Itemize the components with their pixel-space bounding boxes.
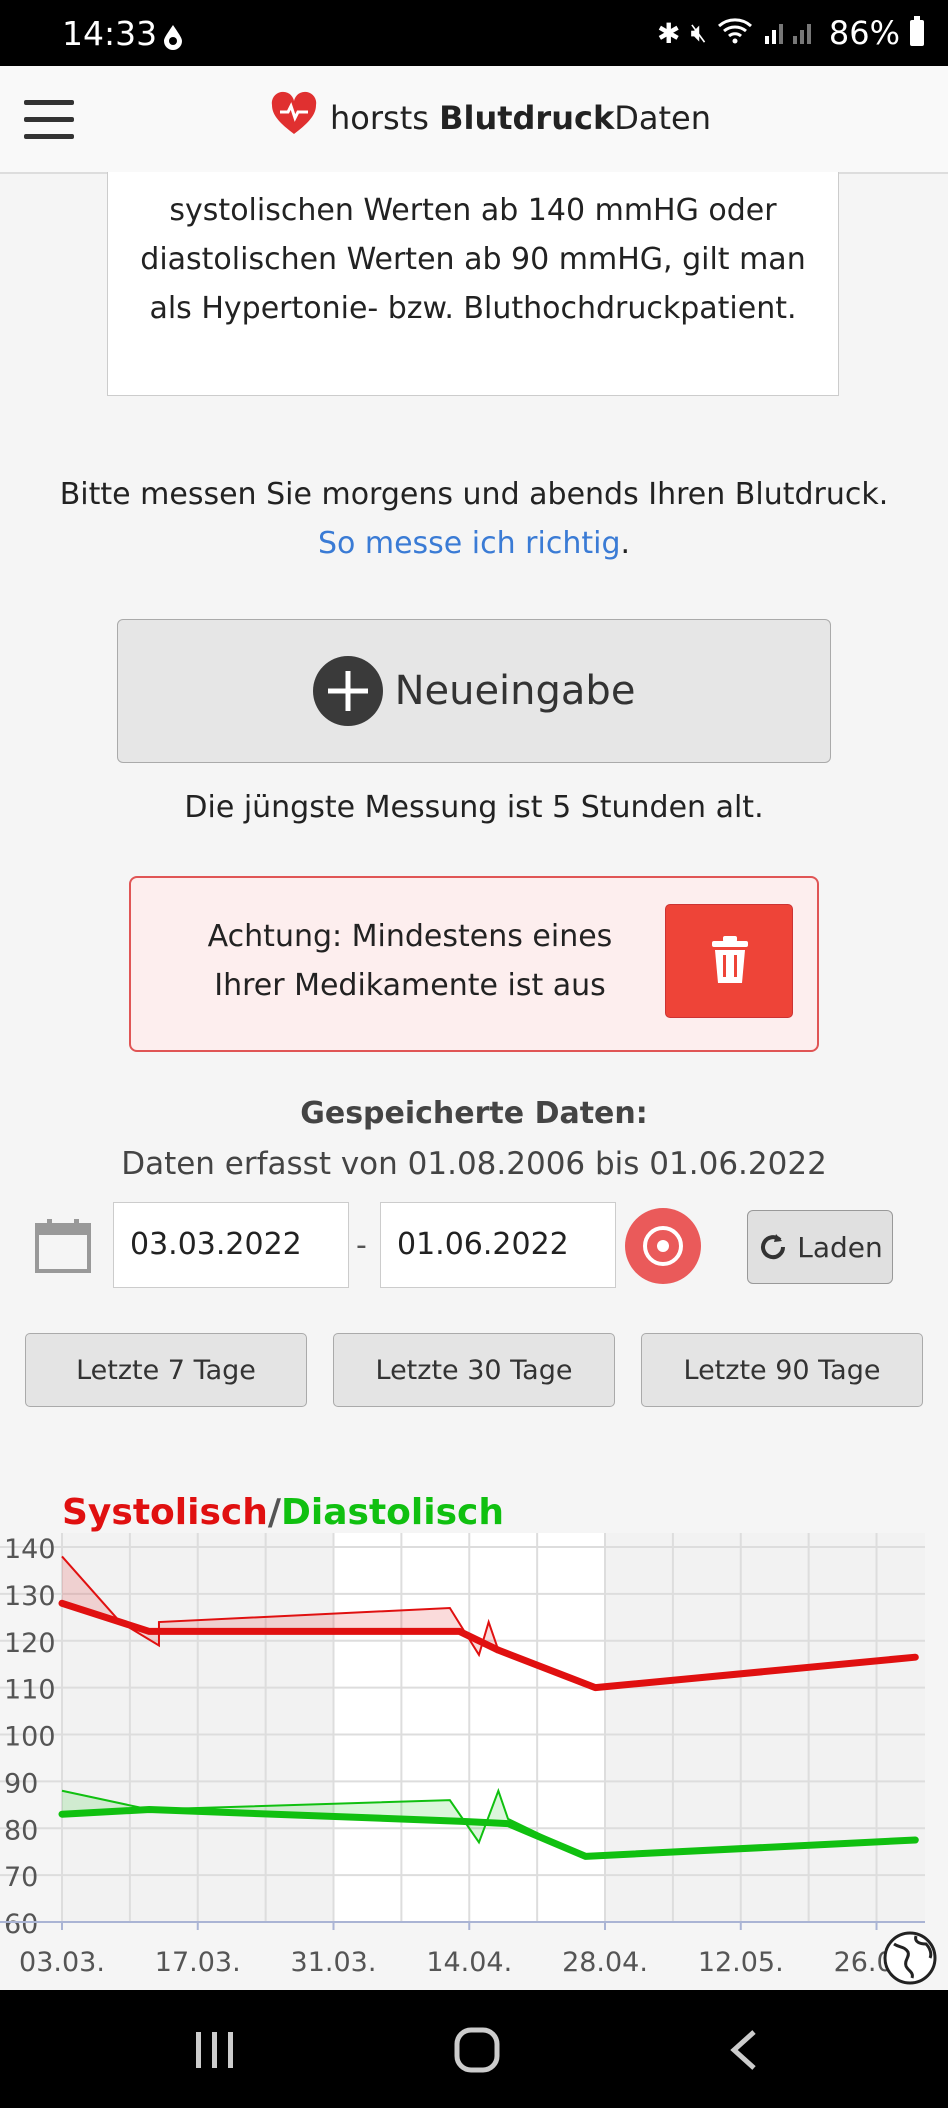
status-bar: 14:33 ✱ 🔇︎ 86% — [0, 0, 948, 66]
alert-text: Achtung: Mindestens eines Ihrer Medikame… — [207, 919, 613, 1003]
measure-hint: Bitte messen Sie morgens und abends Ihre… — [59, 477, 889, 561]
chart-y-tick-label: 120 — [4, 1628, 56, 1659]
chart-y-tick-label: 90 — [4, 1768, 38, 1799]
load-label: Laden — [797, 1230, 883, 1264]
delete-alert-button[interactable] — [665, 904, 793, 1018]
last-measurement-text: Die jüngste Messung ist 5 Stunden alt. — [184, 790, 764, 825]
status-icons: ✱ 🔇︎ 86% — [657, 14, 924, 52]
last-90-days-button[interactable]: Letzte 90 Tage — [641, 1333, 923, 1407]
target-icon-button[interactable] — [625, 1208, 701, 1284]
chart-y-tick-label: 80 — [4, 1815, 38, 1846]
chart-x-tick-label: 17.03. — [155, 1947, 241, 1978]
wifi-icon — [717, 14, 753, 52]
measure-howto-link[interactable]: So messe ich richtig — [318, 526, 621, 561]
bluetooth-icon: ✱ — [657, 16, 681, 50]
app-brand[interactable]: horsts BlutdruckDaten — [270, 88, 711, 148]
heart-logo-icon — [270, 90, 318, 146]
trash-icon — [712, 936, 748, 983]
chart-x-tick-label: 31.03. — [291, 1947, 377, 1978]
status-time: 14:33 — [62, 14, 158, 53]
chart-title: Systolisch/Diastolisch — [62, 1492, 504, 1533]
load-button[interactable]: Laden — [747, 1210, 893, 1284]
chart-y-tick-label: 60 — [4, 1909, 38, 1940]
info-text: systolischen Werten ab 140 mmHG oder dia… — [140, 193, 806, 326]
chart-x-tick-label: 14.04. — [426, 1947, 512, 1978]
chart-x-tick-label: 03.03. — [19, 1947, 105, 1978]
date-separator: - — [356, 1228, 367, 1263]
system-nav-bar — [0, 1990, 948, 2108]
back-icon[interactable] — [726, 2028, 762, 2076]
battery-icon — [910, 16, 924, 46]
chart-y-tick-label: 110 — [4, 1675, 56, 1706]
last-30-days-button[interactable]: Letzte 30 Tage — [333, 1333, 615, 1407]
mute-icon: 🔇︎ — [690, 17, 707, 48]
date-from-input[interactable]: 03.03.2022 — [113, 1202, 349, 1288]
chart-x-tick-label: 28.04. — [562, 1947, 648, 1978]
saved-data-title: Gespeicherte Daten: — [300, 1096, 648, 1131]
recent-apps-icon[interactable] — [192, 2028, 238, 2076]
chart-x-tick-label: 12.05. — [698, 1947, 784, 1978]
chart-title-diastolic: Diastolisch — [281, 1492, 504, 1533]
last-7-days-button[interactable]: Letzte 7 Tage — [25, 1333, 307, 1407]
date-to-input[interactable]: 01.06.2022 — [380, 1202, 616, 1288]
blood-pressure-chart[interactable]: 60 70 80 90 100 110 120 130 140 03.03. 17.03. 31.03… — [0, 1530, 948, 1990]
battery-percent: 86% — [828, 14, 900, 52]
saved-data-range: Daten erfasst von 01.08.2006 bis 01.06.2… — [121, 1146, 827, 1182]
calendar-icon[interactable] — [34, 1218, 92, 1274]
refresh-icon — [761, 1234, 786, 1260]
notification-drop-icon — [162, 24, 184, 54]
chart-y-tick-label: 130 — [4, 1581, 56, 1612]
menu-icon[interactable] — [24, 100, 74, 140]
plus-circle-icon — [312, 656, 383, 726]
globe-icon[interactable] — [882, 1930, 938, 1990]
home-icon[interactable] — [453, 2026, 501, 2078]
chart-title-systolic: Systolisch — [62, 1492, 268, 1533]
signal-icon — [763, 14, 819, 52]
brand-text: horsts BlutdruckDaten — [330, 99, 711, 137]
chart-y-tick-label: 140 — [4, 1534, 56, 1565]
chart-y-tick-label: 100 — [4, 1722, 56, 1753]
new-entry-label: Neueingabe — [394, 668, 636, 714]
new-entry-button[interactable]: Neueingabe — [117, 619, 831, 763]
chart-y-tick-label: 70 — [4, 1862, 38, 1893]
